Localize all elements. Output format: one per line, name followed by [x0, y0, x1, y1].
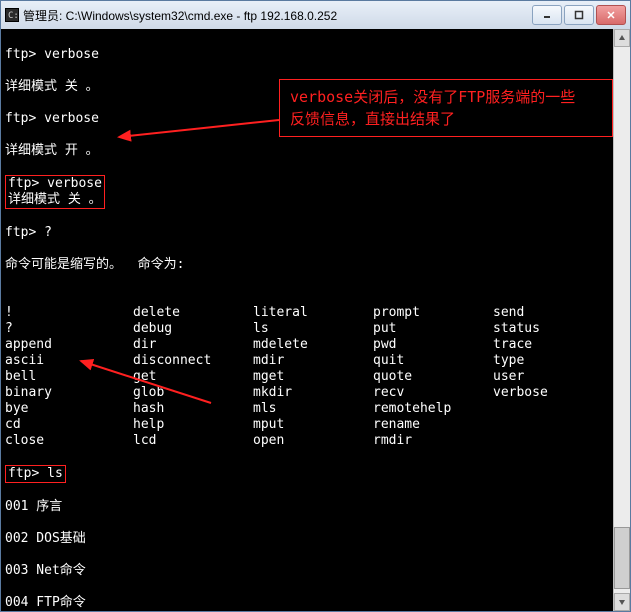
scroll-up-button[interactable]	[614, 29, 630, 47]
command-name: quit	[373, 353, 493, 369]
command-name: close	[5, 433, 133, 449]
command-name: disconnect	[133, 353, 253, 369]
command-name: bell	[5, 369, 133, 385]
command-name: debug	[133, 321, 253, 337]
command-name: open	[253, 433, 373, 449]
command-name: remotehelp	[373, 401, 493, 417]
output-line: 命令可能是缩写的。 命令为:	[5, 257, 626, 273]
cmd-window: C:\ 管理员: C:\Windows\system32\cmd.exe - f…	[0, 0, 631, 612]
table-row: asciidisconnectmdirquittype	[5, 353, 626, 369]
output-line: ftp> verbose	[5, 47, 626, 63]
command-name: mdir	[253, 353, 373, 369]
output-line: 003 Net命令	[5, 563, 626, 579]
annotation-note: verbose关闭后，没有了FTP服务端的一些 反馈信息，直接出结果了	[279, 79, 613, 137]
table-row: cdhelpmputrename	[5, 417, 626, 433]
output-line: ftp> ?	[5, 225, 626, 241]
output-line: 详细模式 开 。	[5, 143, 626, 159]
command-name: user	[493, 369, 613, 385]
command-name: literal	[253, 305, 373, 321]
command-name	[493, 401, 613, 417]
window-buttons	[532, 5, 626, 25]
output-line: ftp> verbose 详细模式 关 。	[5, 175, 626, 209]
command-name: pwd	[373, 337, 493, 353]
command-name	[493, 417, 613, 433]
titlebar[interactable]: C:\ 管理员: C:\Windows\system32\cmd.exe - f…	[1, 1, 630, 30]
command-name: binary	[5, 385, 133, 401]
note-line: verbose关闭后，没有了FTP服务端的一些	[290, 86, 602, 108]
command-name: recv	[373, 385, 493, 401]
command-name: bye	[5, 401, 133, 417]
maximize-button[interactable]	[564, 5, 594, 25]
output-line: ftp> ls	[5, 465, 626, 483]
command-name: hash	[133, 401, 253, 417]
command-name: put	[373, 321, 493, 337]
command-name: prompt	[373, 305, 493, 321]
scrollbar[interactable]	[613, 29, 630, 611]
highlight-box-ls: ftp> ls	[5, 465, 66, 483]
minimize-button[interactable]	[532, 5, 562, 25]
command-name: ls	[253, 321, 373, 337]
command-name: status	[493, 321, 613, 337]
command-name: help	[133, 417, 253, 433]
command-name: mdelete	[253, 337, 373, 353]
command-name: verbose	[493, 385, 613, 401]
table-row: binaryglobmkdirrecvverbose	[5, 385, 626, 401]
command-name: rename	[373, 417, 493, 433]
output-line: 004 FTP命令	[5, 595, 626, 611]
scroll-down-button[interactable]	[614, 593, 630, 611]
close-button[interactable]	[596, 5, 626, 25]
command-name: mput	[253, 417, 373, 433]
command-name: lcd	[133, 433, 253, 449]
command-name: cd	[5, 417, 133, 433]
command-name: mget	[253, 369, 373, 385]
command-name: mls	[253, 401, 373, 417]
table-row: byehashmlsremotehelp	[5, 401, 626, 417]
table-row: !deleteliteralpromptsend	[5, 305, 626, 321]
highlight-box-verbose: ftp> verbose 详细模式 关 。	[5, 175, 105, 209]
command-name: type	[493, 353, 613, 369]
command-name: get	[133, 369, 253, 385]
command-name: dir	[133, 337, 253, 353]
command-name: send	[493, 305, 613, 321]
command-name: quote	[373, 369, 493, 385]
command-name: append	[5, 337, 133, 353]
table-row: appenddirmdeletepwdtrace	[5, 337, 626, 353]
output-line: 002 DOS基础	[5, 531, 626, 547]
command-name: mkdir	[253, 385, 373, 401]
command-table: !deleteliteralpromptsend?debuglsputstatu…	[5, 305, 626, 449]
command-name: ?	[5, 321, 133, 337]
table-row: closelcdopenrmdir	[5, 433, 626, 449]
command-name: glob	[133, 385, 253, 401]
command-name: delete	[133, 305, 253, 321]
note-line: 反馈信息，直接出结果了	[290, 108, 602, 130]
window-title: 管理员: C:\Windows\system32\cmd.exe - ftp 1…	[23, 7, 532, 24]
table-row: ?debuglsputstatus	[5, 321, 626, 337]
table-row: bellgetmgetquoteuser	[5, 369, 626, 385]
svg-text:C:\: C:\	[8, 11, 19, 21]
command-name	[493, 433, 613, 449]
command-name: trace	[493, 337, 613, 353]
scroll-thumb[interactable]	[614, 527, 630, 589]
command-name: rmdir	[373, 433, 493, 449]
command-name: ascii	[5, 353, 133, 369]
cmd-icon: C:\	[5, 8, 19, 22]
command-name: !	[5, 305, 133, 321]
output-line: 001 序言	[5, 499, 626, 515]
